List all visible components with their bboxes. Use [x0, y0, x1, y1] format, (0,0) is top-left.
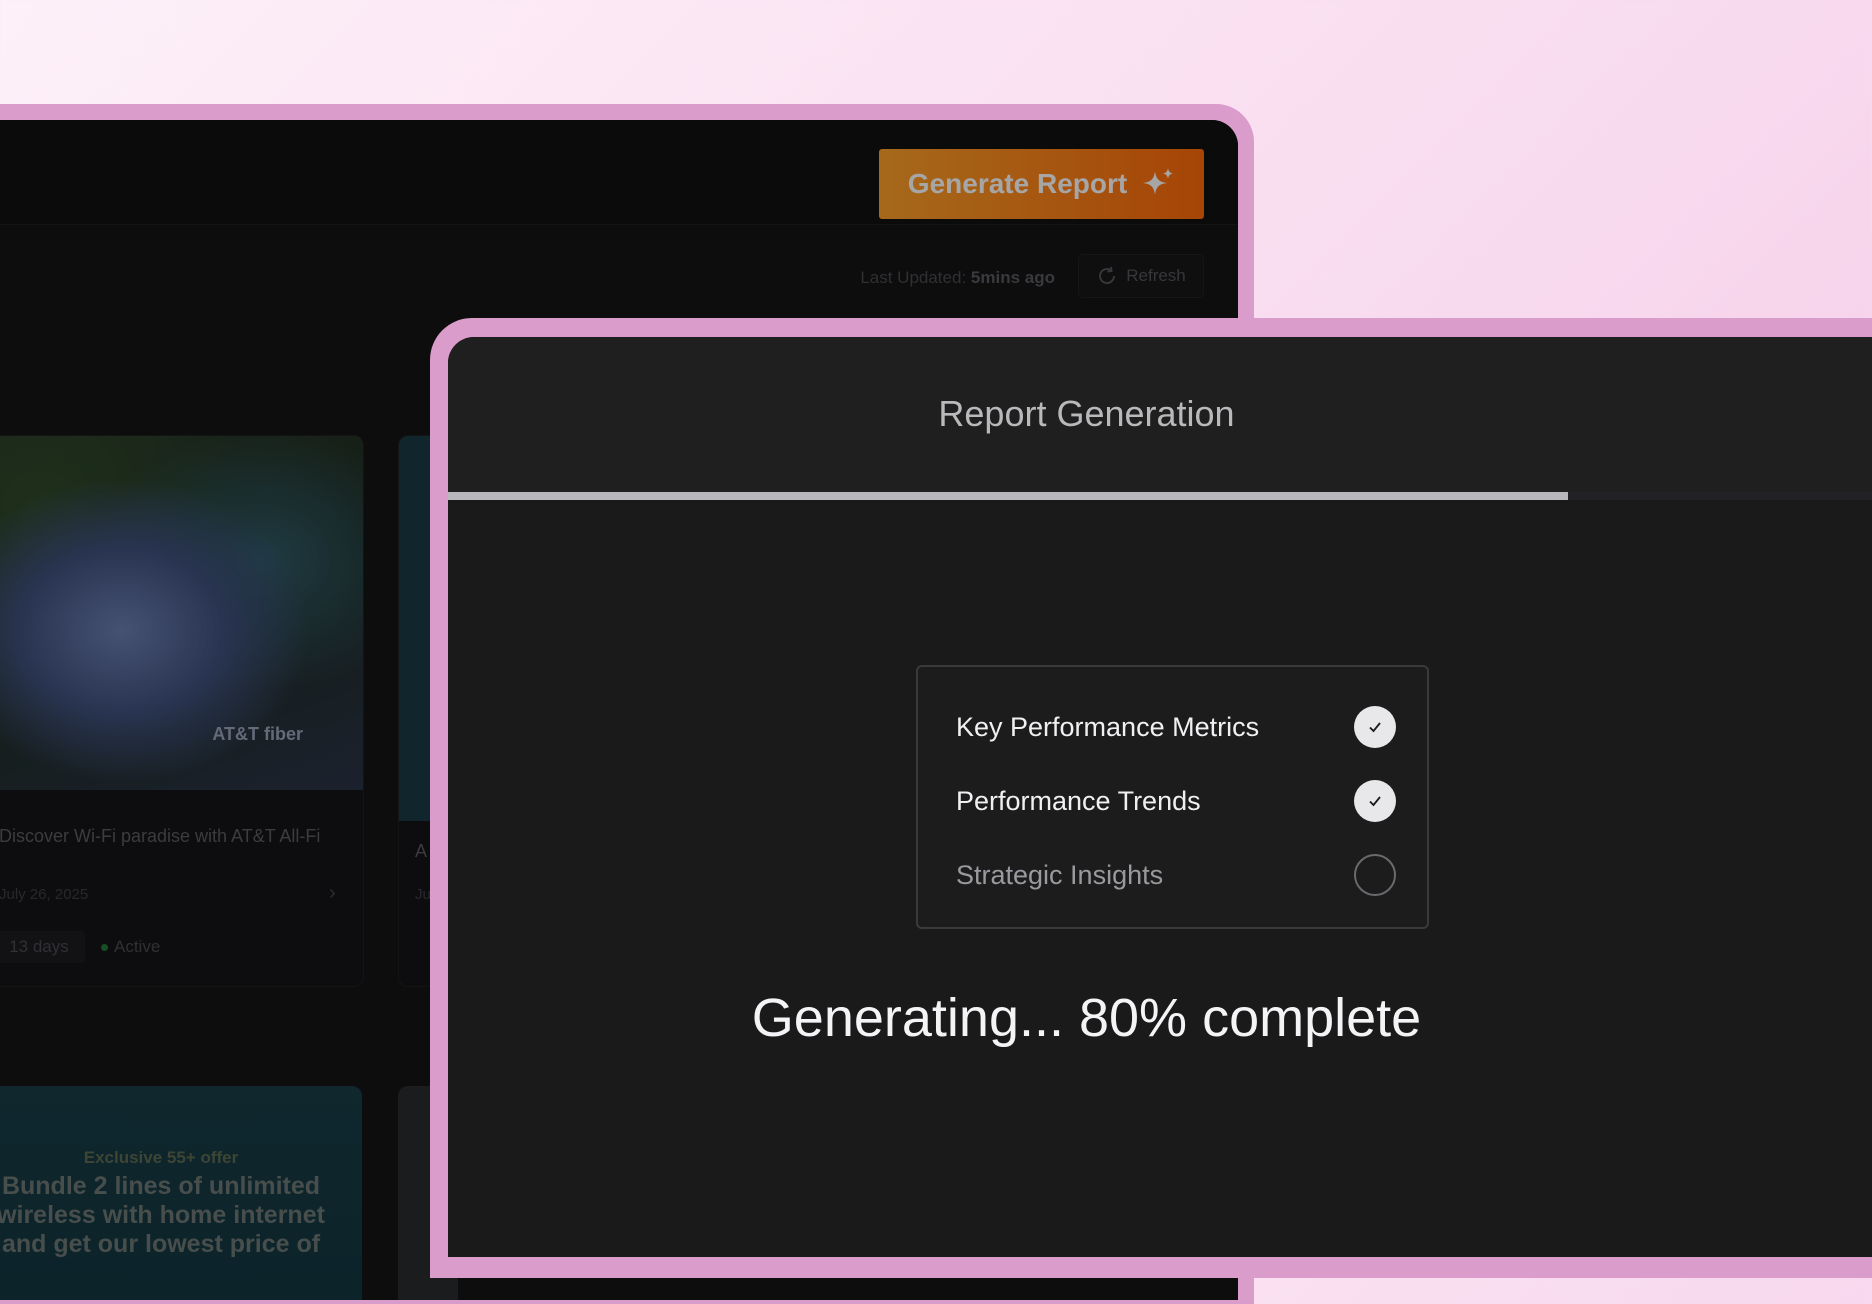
campaign-title-2: A [415, 841, 428, 861]
status-badge: Active [101, 931, 193, 963]
generate-report-button[interactable]: Generate Report [879, 149, 1204, 219]
sparkle-icon [1143, 168, 1174, 195]
progress-bar-fill [448, 492, 1568, 500]
dialog-header: Report Generation [448, 337, 1872, 492]
progress-bar [448, 492, 1872, 500]
refresh-icon [1099, 266, 1116, 285]
check-icon [1354, 780, 1396, 822]
generation-status: Generating... 80% complete [751, 988, 1422, 1048]
checklist-item-label: Performance Trends [956, 785, 1201, 816]
status-dot [101, 943, 108, 951]
last-updated-value: 5mins ago [970, 268, 1055, 287]
chevron-right-icon[interactable]: › [329, 882, 336, 905]
dialog-title: Report Generation [938, 393, 1235, 434]
campaign-date-2: Ju [415, 886, 431, 903]
checklist-item-label: Key Performance Metrics [956, 711, 1260, 742]
check-icon [1354, 706, 1396, 748]
campaign-date: July 26, 2025 [0, 886, 89, 903]
report-checklist: Key Performance Metrics Performance Tren… [916, 665, 1429, 929]
checklist-item: Strategic Insights [956, 853, 1396, 897]
promo-card[interactable]: Exclusive 55+ offer Bundle 2 lines of un… [0, 1086, 362, 1300]
dashboard-header: Generate Report [0, 120, 1238, 225]
generate-report-label: Generate Report [907, 168, 1128, 199]
last-updated: Last Updated: 5mins ago [755, 268, 1055, 288]
refresh-label: Refresh [1126, 266, 1186, 285]
checklist-item: Performance Trends [956, 779, 1396, 823]
last-updated-label: Last Updated: [860, 268, 967, 287]
pending-circle-icon [1354, 854, 1396, 896]
campaign-card[interactable]: AT&T fiber Discover Wi-Fi paradise with … [0, 435, 364, 987]
report-generation-dialog: Report Generation Key Performance Metric… [448, 337, 1872, 1257]
status-label: Active [114, 937, 161, 956]
promo-headline: Bundle 2 lines of unlimited wireless wit… [0, 1172, 325, 1258]
campaign-title: Discover Wi-Fi paradise with AT&T All-Fi [0, 826, 321, 846]
att-fiber-logo: AT&T fiber [212, 724, 303, 744]
refresh-button[interactable]: Refresh [1078, 254, 1204, 298]
checklist-item: Key Performance Metrics [956, 705, 1396, 749]
checklist-item-label: Strategic Insights [956, 859, 1164, 890]
duration-badge: 13 days [0, 931, 85, 963]
promo-kicker: Exclusive 55+ offer [83, 1148, 239, 1167]
campaign-image [0, 436, 363, 790]
